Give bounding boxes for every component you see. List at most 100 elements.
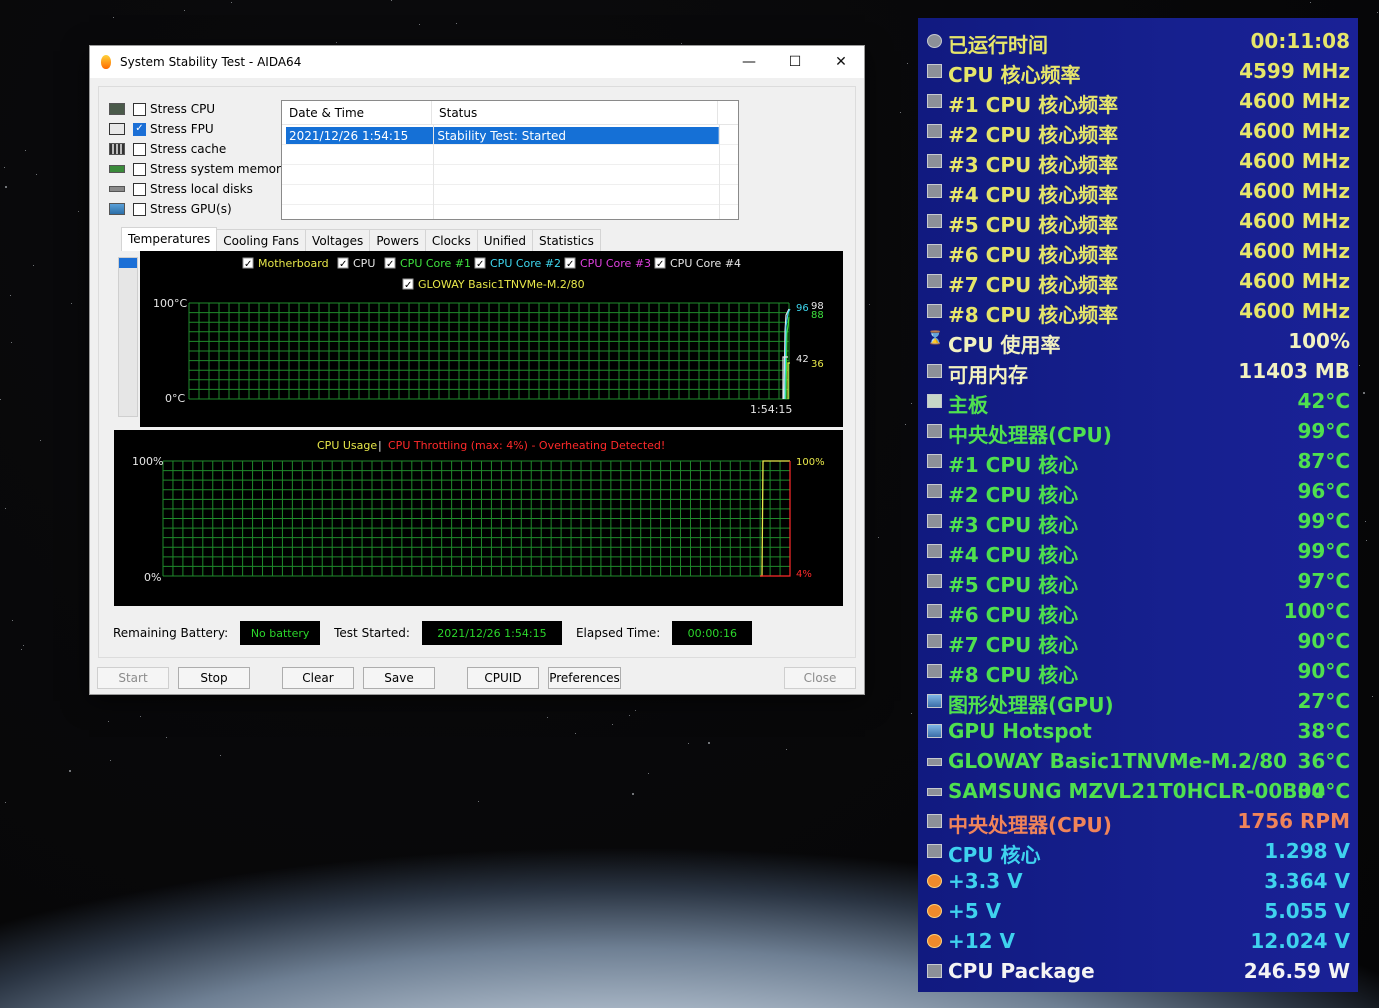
temp-right-label: 96 <box>796 303 809 314</box>
temp-ymax-label: 100°C <box>153 297 187 310</box>
sensor-row: #1 CPU 核心 87°C <box>918 446 1358 477</box>
star <box>78 210 80 212</box>
sensor-row: +12 V 12.024 V <box>918 926 1358 956</box>
sensor-row: CPU Package 246.59 W <box>918 956 1358 986</box>
stress-cpu-checkbox[interactable] <box>133 102 146 116</box>
sensor-label: +3.3 V <box>948 869 1023 893</box>
event-log-table[interactable]: Date & Time Status 2021/12/26 1:54:15 St… <box>281 100 739 220</box>
log-cell-status: Stability Test: Started <box>434 127 719 145</box>
usage-separator: | <box>378 439 382 452</box>
scrollbar-thumb[interactable] <box>119 258 137 268</box>
close-window-button[interactable]: ✕ <box>818 46 864 78</box>
cpuid-button[interactable]: CPUID <box>467 667 539 689</box>
maximize-button[interactable]: ☐ <box>772 46 818 78</box>
star <box>184 10 186 12</box>
usage-ymax-label: 100% <box>132 455 163 468</box>
tab-clocks[interactable]: Clocks <box>424 229 478 251</box>
sensor-value: 99°C <box>1297 419 1350 443</box>
star <box>230 2 232 4</box>
start-button[interactable]: Start <box>97 667 169 689</box>
chip-icon <box>927 604 942 618</box>
memory-icon <box>927 364 942 378</box>
star <box>5 508 7 510</box>
chip-icon <box>927 184 942 198</box>
chart-scrollbar[interactable] <box>118 257 138 417</box>
sensor-value: 3.364 V <box>1264 869 1350 893</box>
chip-icon <box>927 484 942 498</box>
window-title: System Stability Test - AIDA64 <box>120 55 302 69</box>
stress-option-disks[interactable]: Stress local disks <box>109 179 288 199</box>
sensor-row: +5 V 5.055 V <box>918 896 1358 926</box>
tab-temperatures[interactable]: Temperatures <box>121 227 218 251</box>
sensor-label: #4 CPU 核心频率 <box>948 183 1119 207</box>
check-icon: ✓ <box>656 259 664 270</box>
star <box>455 22 457 24</box>
star <box>687 743 689 745</box>
star <box>1365 540 1367 542</box>
sensor-row: CPU 核心频率 4599 MHz <box>918 56 1358 87</box>
star <box>69 770 72 773</box>
stress-disks-checkbox[interactable] <box>133 182 146 196</box>
sensor-row: 可用内存 11403 MB <box>918 356 1358 387</box>
sensor-value: 34°C <box>1297 779 1350 803</box>
minimize-button[interactable]: — <box>726 46 772 78</box>
log-header-status[interactable]: Status <box>432 101 718 124</box>
star <box>910 713 912 715</box>
stress-option-label: Stress system memory <box>150 162 289 176</box>
star <box>419 24 421 26</box>
star <box>165 737 167 739</box>
elapsed-value: 00:00:16 <box>672 621 753 645</box>
sensor-panel: 已运行时间 00:11:08 CPU 核心频率 4599 MHz #1 CPU 核心频率… <box>918 18 1358 992</box>
title-bar[interactable]: System Stability Test - AIDA64 — ☐ ✕ <box>90 46 864 78</box>
sensor-label: #8 CPU 核心频率 <box>948 303 1119 327</box>
sensor-row: #3 CPU 核心频率 4600 MHz <box>918 146 1358 177</box>
tab-unified[interactable]: Unified <box>476 229 533 251</box>
stop-button[interactable]: Stop <box>178 667 250 689</box>
fpu-icon <box>109 123 125 135</box>
star <box>10 341 12 343</box>
sensor-label: CPU 核心频率 <box>948 63 1081 87</box>
sensor-label: 中央处理器(CPU) <box>948 813 1112 837</box>
clear-button[interactable]: Clear <box>282 667 354 689</box>
star <box>647 773 649 775</box>
star <box>23 644 25 646</box>
sensor-row: #5 CPU 核心 97°C <box>918 566 1358 597</box>
close-button[interactable]: Close <box>784 667 856 689</box>
tab-statistics[interactable]: Statistics <box>532 229 601 251</box>
save-button[interactable]: Save <box>363 667 435 689</box>
log-header-datetime[interactable]: Date & Time <box>282 101 432 124</box>
sensor-label: 图形处理器(GPU) <box>948 693 1114 717</box>
sensor-value: 96°C <box>1297 479 1350 503</box>
stress-memory-checkbox[interactable] <box>133 162 146 176</box>
stress-cache-checkbox[interactable] <box>133 142 146 156</box>
legend-label: CPU Core #2 <box>490 257 561 270</box>
sensor-row: #3 CPU 核心 99°C <box>918 506 1358 537</box>
sensor-row: #8 CPU 核心频率 4600 MHz <box>918 296 1358 327</box>
log-cell-datetime: 2021/12/26 1:54:15 <box>286 127 435 145</box>
stress-option-gpu[interactable]: Stress GPU(s) <box>109 199 288 219</box>
stress-option-cache[interactable]: Stress cache <box>109 139 288 159</box>
sensor-label: #5 CPU 核心 <box>948 573 1079 597</box>
stress-fpu-checkbox[interactable]: ✓ <box>133 122 146 136</box>
stability-test-window[interactable]: System Stability Test - AIDA64 — ☐ ✕ Str… <box>89 45 865 695</box>
star <box>219 754 221 756</box>
star <box>9 295 11 297</box>
stress-option-fpu[interactable]: ✓ Stress FPU <box>109 119 288 139</box>
stress-gpu-checkbox[interactable] <box>133 202 146 216</box>
stress-option-cpu[interactable]: Stress CPU <box>109 99 288 119</box>
disk-icon <box>927 758 942 766</box>
table-row[interactable]: 2021/12/26 1:54:15 Stability Test: Start… <box>286 127 719 145</box>
sensor-value: 1756 RPM <box>1237 809 1350 833</box>
stress-option-memory[interactable]: Stress system memory <box>109 159 288 179</box>
sensor-row: #2 CPU 核心频率 4600 MHz <box>918 116 1358 147</box>
temp-time-label: 1:54:15 <box>750 403 792 416</box>
tab-cooling-fans[interactable]: Cooling Fans <box>216 229 307 251</box>
voltage-icon <box>927 934 942 948</box>
star <box>109 759 111 761</box>
tab-voltages[interactable]: Voltages <box>305 229 371 251</box>
tab-powers[interactable]: Powers <box>369 229 426 251</box>
cache-icon <box>109 143 125 155</box>
star <box>634 709 636 711</box>
preferences-button[interactable]: Preferences <box>548 667 621 689</box>
star <box>1310 1 1312 3</box>
